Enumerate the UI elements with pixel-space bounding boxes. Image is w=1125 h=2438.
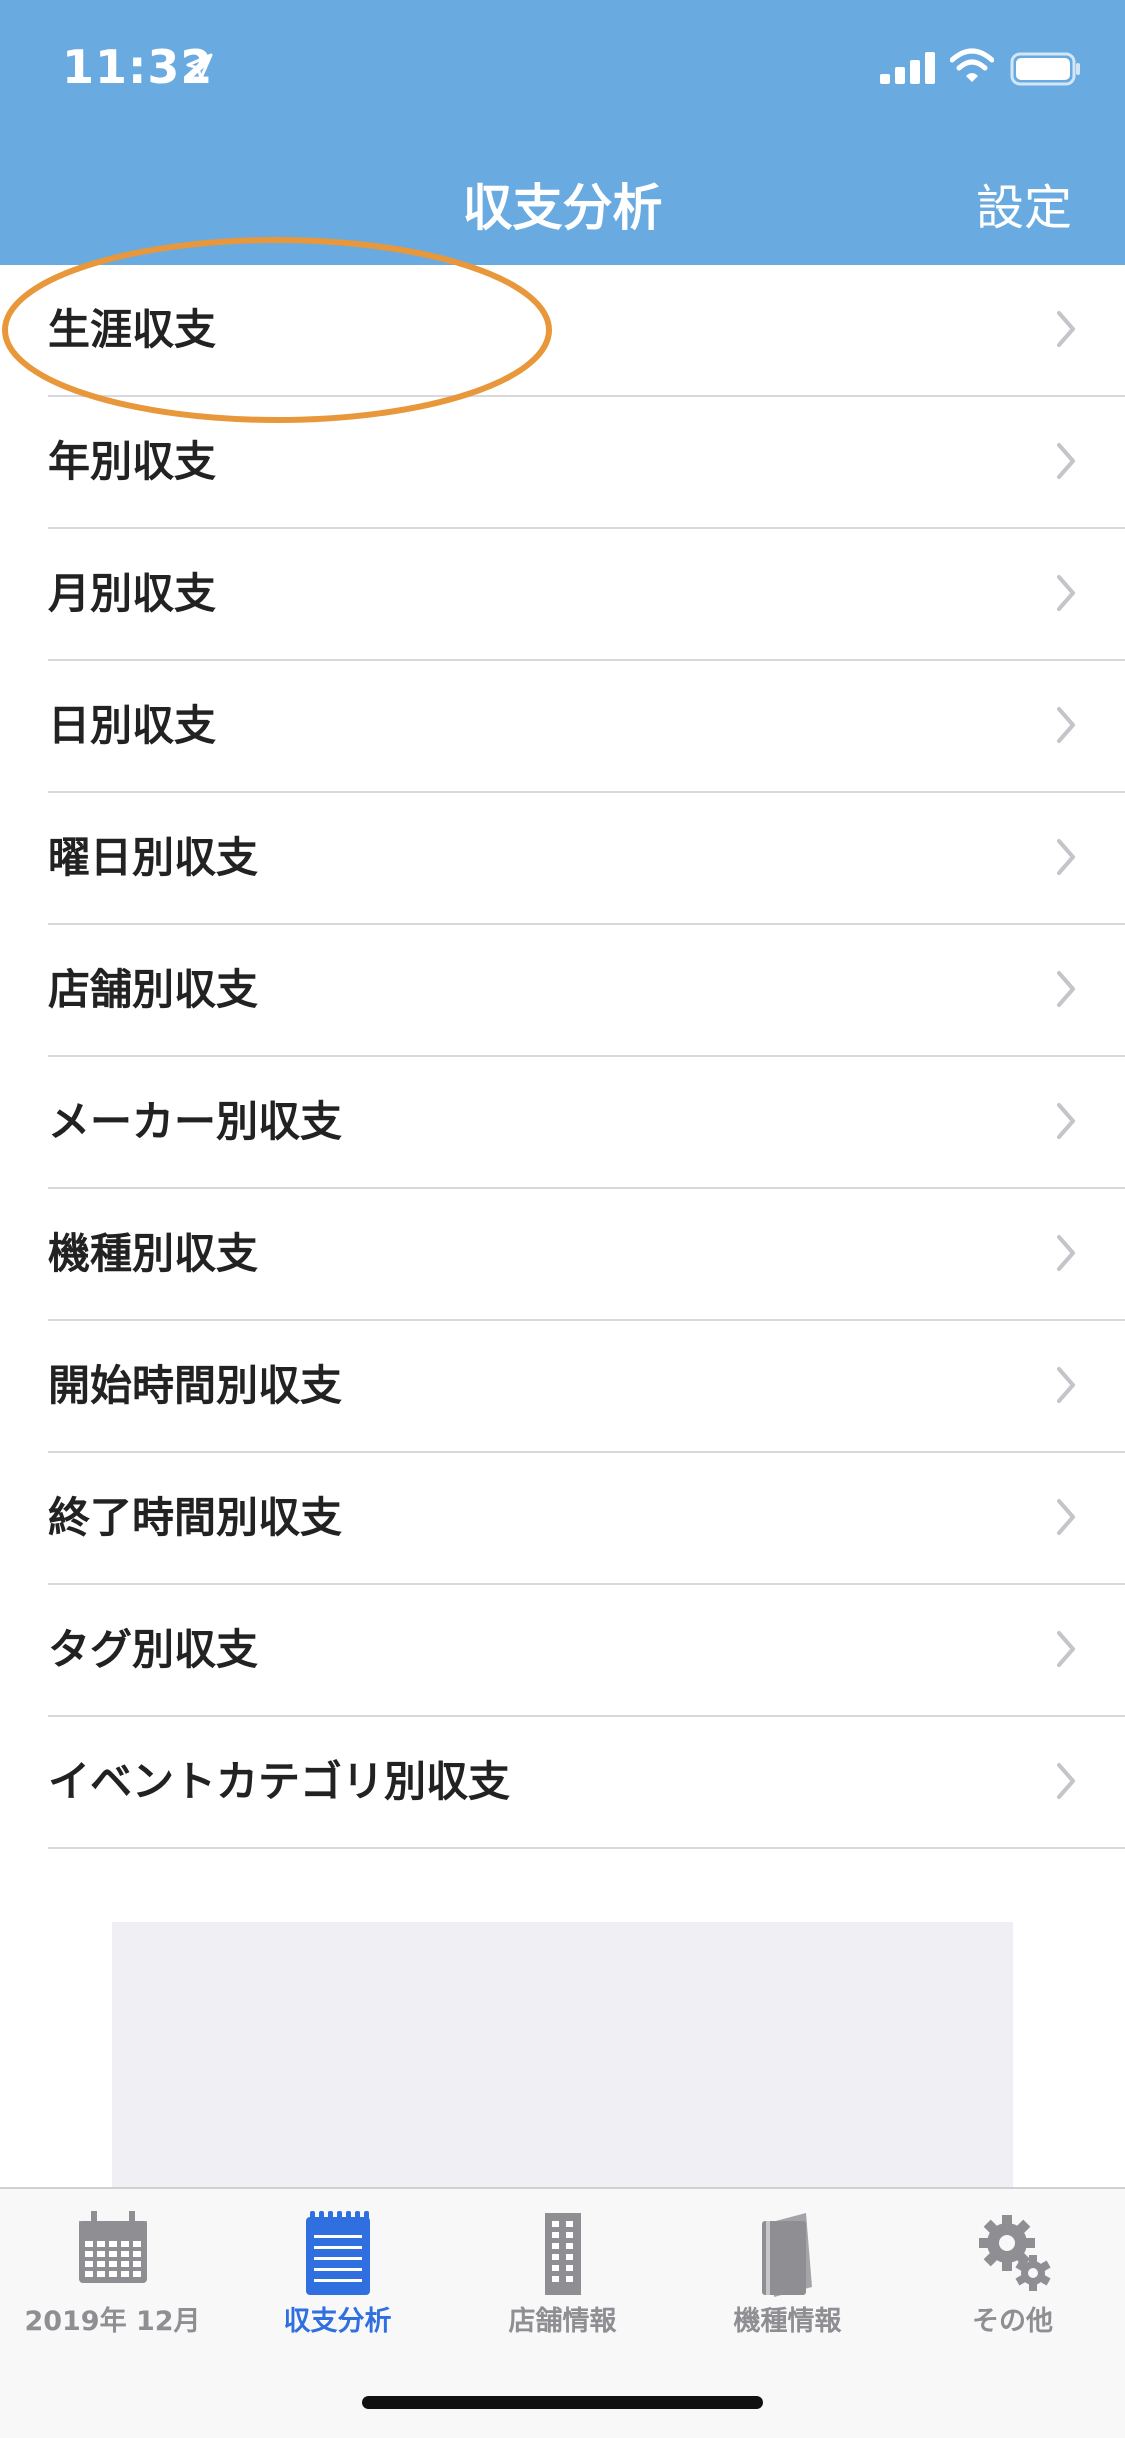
chevron-right-icon <box>1057 971 1075 1007</box>
cellular-signal-icon <box>880 52 935 84</box>
gear-icon <box>900 2207 1125 2299</box>
list-item-label: 店舗別収支 <box>48 965 259 1014</box>
list-item-label: 生涯収支 <box>48 305 217 354</box>
chevron-right-icon <box>1057 839 1075 875</box>
chevron-right-icon <box>1057 311 1075 347</box>
list-item[interactable]: 開始時間別収支 <box>48 1321 1125 1453</box>
list-item[interactable]: 月別収支 <box>48 529 1125 661</box>
list-item[interactable]: メーカー別収支 <box>48 1057 1125 1189</box>
chevron-right-icon <box>1057 1631 1075 1667</box>
tab-label: その他 <box>972 2306 1053 2337</box>
chevron-right-icon <box>1057 1499 1075 1535</box>
home-indicator[interactable] <box>362 2396 763 2409</box>
tab-calendar[interactable]: 2019年 12月 <box>0 2189 225 2349</box>
list-item[interactable]: 機種別収支 <box>48 1189 1125 1321</box>
calendar-icon <box>0 2207 225 2299</box>
chevron-right-icon <box>1057 1367 1075 1403</box>
tab-building[interactable]: 店舗情報 <box>450 2189 675 2349</box>
chevron-right-icon <box>1057 707 1075 743</box>
battery-icon <box>1010 52 1080 86</box>
list-item-label: タグ別収支 <box>48 1625 259 1674</box>
analysis-menu-list: 生涯収支年別収支月別収支日別収支曜日別収支店舗別収支メーカー別収支 機種別収支開始… <box>0 265 1125 1849</box>
navigation-bar: 11:32 収支分析 設定 <box>0 0 1125 265</box>
list-item[interactable]: タグ別収支 <box>48 1585 1125 1717</box>
list-item-label: 年別収支 <box>48 437 217 486</box>
list-item[interactable]: 終了時間別収支 <box>48 1453 1125 1585</box>
tab-book[interactable]: 機種情報 <box>675 2189 900 2349</box>
list-item[interactable]: 店舗別収支 <box>48 925 1125 1057</box>
list-item-label: 機種別収支 <box>48 1229 259 1278</box>
list-item[interactable]: 日別収支 <box>48 661 1125 793</box>
list-item[interactable]: 生涯収支 <box>48 265 1125 397</box>
book-icon <box>675 2207 900 2299</box>
list-item[interactable]: 年別収支 <box>48 397 1125 529</box>
building-icon <box>450 2207 675 2299</box>
chevron-right-icon <box>1057 575 1075 611</box>
settings-button[interactable]: 設定 <box>976 168 1072 238</box>
ad-placeholder <box>112 1922 1013 2187</box>
list-item-label: 曜日別収支 <box>48 833 259 882</box>
list-item[interactable]: 曜日別収支 <box>48 793 1125 925</box>
tab-label: 店舗情報 <box>508 2306 617 2337</box>
tab-label: 収支分析 <box>283 2306 392 2337</box>
list-item-label: イベントカテゴリ別収支 <box>48 1757 511 1806</box>
chevron-right-icon <box>1057 1763 1075 1799</box>
tab-label: 機種情報 <box>733 2306 842 2337</box>
list-item-label: 終了時間別収支 <box>48 1493 343 1542</box>
tab-label: 2019年 12月 <box>24 2306 201 2337</box>
tab-gear[interactable]: その他 <box>900 2189 1125 2349</box>
list-item-label: 日別収支 <box>48 701 217 750</box>
list-item-label: 月別収支 <box>48 569 217 618</box>
list-item[interactable]: イベントカテゴリ別収支 <box>48 1717 1125 1849</box>
list-item-label: 開始時間別収支 <box>48 1361 343 1410</box>
chevron-right-icon <box>1057 1103 1075 1139</box>
location-arrow-icon <box>186 53 213 80</box>
wifi-icon <box>950 48 994 82</box>
tab-notepad[interactable]: 収支分析 <box>225 2189 450 2349</box>
notepad-icon <box>225 2207 450 2299</box>
page-title: 収支分析 <box>462 179 663 237</box>
chevron-right-icon <box>1057 1235 1075 1271</box>
chevron-right-icon <box>1057 443 1075 479</box>
list-item-label: メーカー別収支 <box>48 1097 343 1146</box>
